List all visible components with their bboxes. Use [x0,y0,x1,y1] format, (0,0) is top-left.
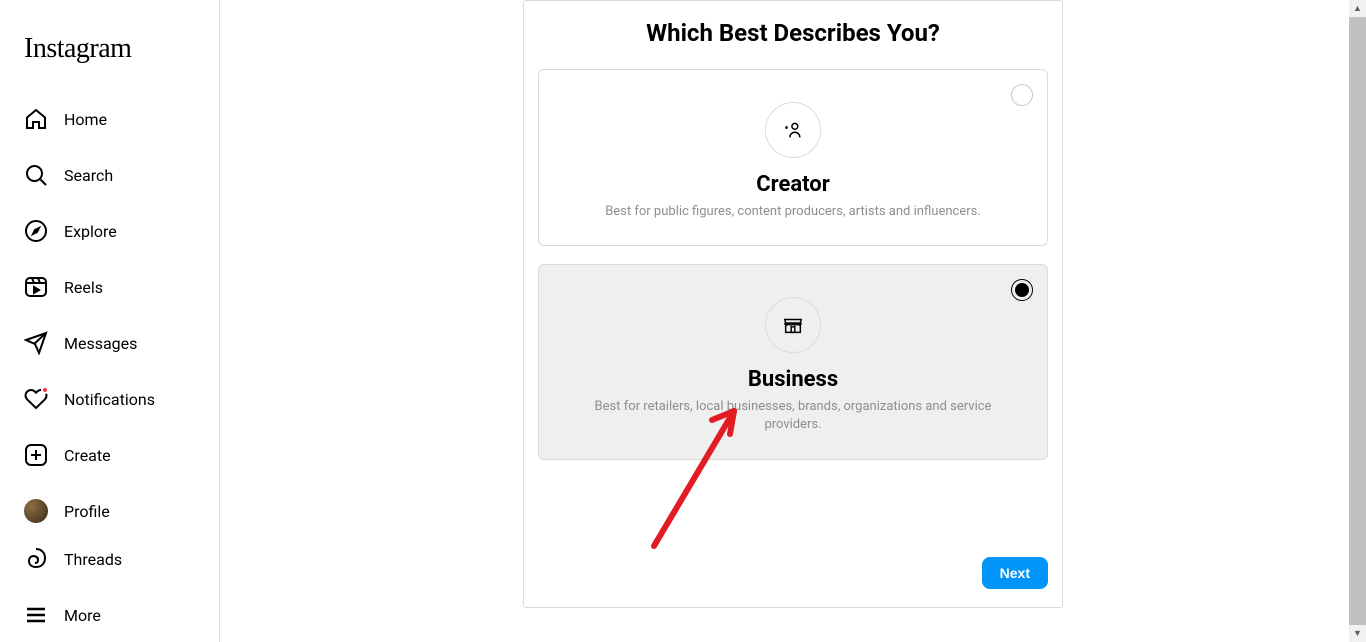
nav-label: Search [64,166,113,185]
reels-icon [24,275,48,299]
scroll-up-button[interactable]: ▲ [1349,0,1366,17]
next-button[interactable]: Next [982,557,1048,589]
option-title: Creator [559,172,1027,197]
nav-home[interactable]: Home [12,95,207,143]
nav-label: More [64,606,101,625]
notification-badge [41,386,49,394]
scroll-down-button[interactable]: ▼ [1349,625,1366,642]
nav-label: Home [64,110,107,129]
sidebar-footer: Threads More [12,535,207,639]
option-business[interactable]: Business Best for retailers, local busin… [538,264,1048,459]
nav-label: Reels [64,278,103,297]
menu-icon [24,603,48,627]
brand-logo[interactable]: Instagram [12,8,207,81]
account-type-card: Which Best Describes You? Creator Best f… [523,0,1063,608]
main-content: Which Best Describes You? Creator Best f… [220,0,1366,642]
nav-label: Messages [64,334,137,353]
scroll-thumb[interactable] [1349,17,1366,625]
nav-label: Threads [64,550,122,569]
option-creator[interactable]: Creator Best for public figures, content… [538,69,1048,246]
nav-label: Profile [64,502,110,521]
send-icon [24,331,48,355]
business-icon [765,297,821,353]
sidebar: Instagram Home Search Explore Reels [0,0,220,642]
option-description: Best for retailers, local businesses, br… [593,398,993,434]
primary-nav: Home Search Explore Reels Messages [12,95,207,535]
threads-icon [24,547,48,571]
avatar [24,499,48,523]
search-icon [24,163,48,187]
nav-search[interactable]: Search [12,151,207,199]
nav-label: Notifications [64,390,155,409]
option-description: Best for public figures, content produce… [593,203,993,221]
nav-label: Create [64,446,111,465]
nav-label: Explore [64,222,117,241]
nav-more[interactable]: More [12,591,207,639]
nav-profile[interactable]: Profile [12,487,207,535]
heart-icon [24,387,48,411]
compass-icon [24,219,48,243]
scrollbar[interactable]: ▲ ▼ [1349,0,1366,642]
option-title: Business [559,367,1027,392]
nav-notifications[interactable]: Notifications [12,375,207,423]
nav-reels[interactable]: Reels [12,263,207,311]
avatar-icon [24,499,48,523]
nav-explore[interactable]: Explore [12,207,207,255]
nav-create[interactable]: Create [12,431,207,479]
nav-threads[interactable]: Threads [12,535,207,583]
radio-inner [1015,283,1029,297]
home-icon [24,107,48,131]
radio-business[interactable] [1011,279,1033,301]
creator-icon [765,102,821,158]
nav-messages[interactable]: Messages [12,319,207,367]
card-title: Which Best Describes You? [538,19,1048,47]
plus-icon [24,443,48,467]
radio-creator[interactable] [1011,84,1033,106]
